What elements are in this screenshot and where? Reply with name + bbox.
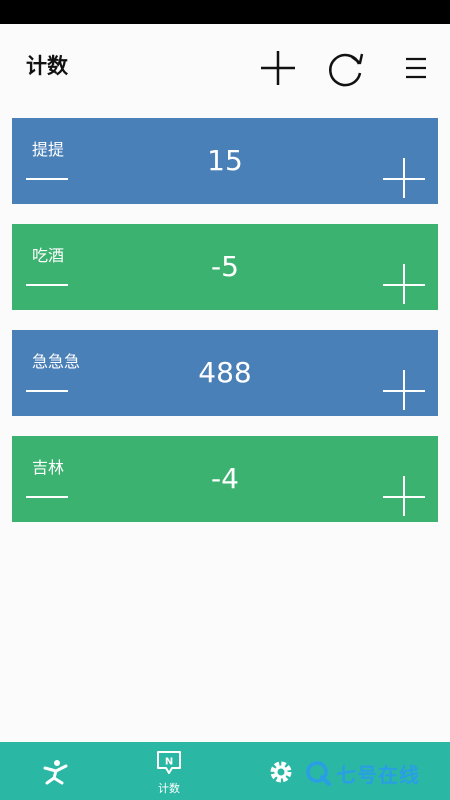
increment-button[interactable]: [380, 262, 428, 304]
nav-item-counter[interactable]: N 计数: [124, 742, 214, 800]
plus-icon-vertical: [403, 476, 405, 516]
minus-icon: [26, 496, 68, 498]
counter-value: 15: [207, 144, 243, 177]
person-exercise-icon: [43, 760, 68, 785]
decrement-button[interactable]: [22, 376, 74, 402]
counter-card: 吉林 -4: [12, 436, 438, 522]
increment-button[interactable]: [380, 474, 428, 516]
counter-value: -4: [211, 462, 239, 495]
increment-button[interactable]: [380, 156, 428, 198]
plus-icon-vertical: [403, 264, 405, 304]
watermark-text: 七号在线: [336, 762, 420, 787]
app-bar: 计数: [0, 24, 450, 110]
counter-value: 488: [198, 356, 252, 389]
counter-card: 提提 15: [12, 118, 438, 204]
watermark-logo-icon: [304, 759, 332, 787]
counter-card: 吃酒 -5: [12, 224, 438, 310]
nav-item-exercise[interactable]: [10, 742, 100, 800]
decrement-button[interactable]: [22, 270, 74, 296]
plus-icon-vertical: [403, 158, 405, 198]
refresh-icon[interactable]: [323, 46, 367, 90]
status-bar: [0, 0, 450, 24]
counter-value: -5: [211, 250, 239, 283]
counter-chat-icon: N: [157, 751, 181, 774]
nav-label-counter: 计数: [158, 782, 180, 795]
watermark: 七号在线: [304, 756, 420, 790]
plus-icon-vertical: [403, 370, 405, 410]
decrement-button[interactable]: [22, 164, 74, 190]
add-icon[interactable]: [256, 46, 300, 90]
decrement-button[interactable]: [22, 482, 74, 508]
counter-icon-text: N: [165, 757, 173, 768]
page-title: 计数: [26, 54, 68, 78]
menu-icon[interactable]: [395, 46, 439, 90]
minus-icon: [26, 390, 68, 392]
minus-icon: [26, 284, 68, 286]
minus-icon: [26, 178, 68, 180]
gear-icon: [270, 761, 292, 783]
counter-list: 提提 15 吃酒 -5 急急急 488 吉林 -4: [12, 118, 438, 542]
counter-card: 急急急 488: [12, 330, 438, 416]
increment-button[interactable]: [380, 368, 428, 410]
